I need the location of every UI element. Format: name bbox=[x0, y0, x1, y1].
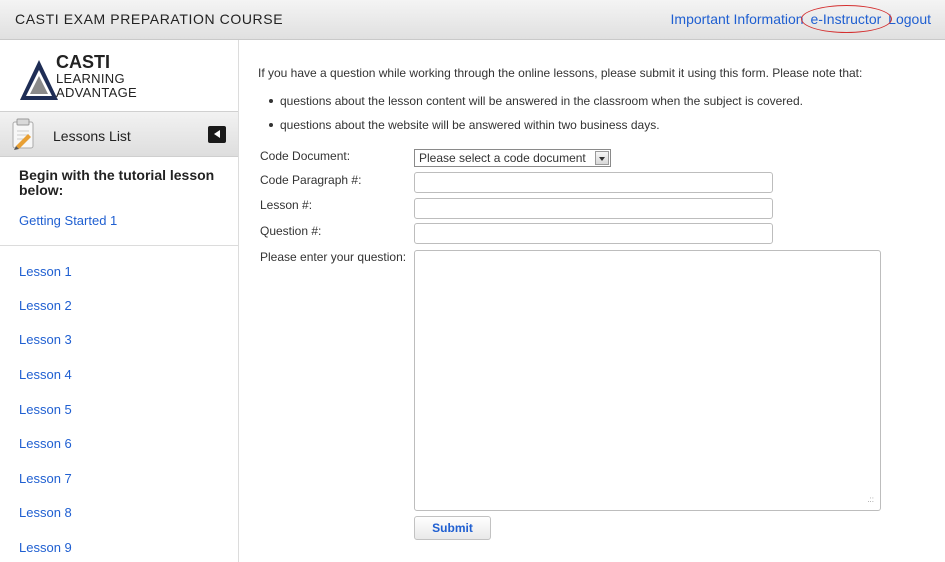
important-information-link[interactable]: Important Information bbox=[671, 11, 804, 27]
lesson-link-1[interactable]: Lesson 1 bbox=[19, 264, 72, 279]
lesson-link-8[interactable]: Lesson 8 bbox=[19, 505, 72, 520]
lesson-number-label: Lesson #: bbox=[260, 198, 313, 212]
logout-link[interactable]: Logout bbox=[888, 11, 931, 27]
chevron-down-icon[interactable] bbox=[595, 151, 609, 165]
question-number-input[interactable] bbox=[414, 223, 773, 244]
code-document-select[interactable]: Please select a code document bbox=[414, 149, 611, 167]
code-paragraph-input[interactable] bbox=[414, 172, 773, 193]
getting-started-link[interactable]: Getting Started 1 bbox=[19, 213, 117, 228]
question-number-label: Question #: bbox=[260, 224, 322, 238]
lesson-link-6[interactable]: Lesson 6 bbox=[19, 436, 72, 451]
lesson-link-3[interactable]: Lesson 3 bbox=[19, 332, 72, 347]
notepad-pencil-icon bbox=[12, 118, 34, 150]
note-bullet-lesson-content: questions about the lesson content will … bbox=[269, 94, 803, 108]
lesson-link-5[interactable]: Lesson 5 bbox=[19, 402, 72, 417]
question-form: If you have a question while working thr… bbox=[239, 40, 945, 562]
code-document-value: Please select a code document bbox=[419, 151, 586, 165]
collapse-sidebar-button[interactable] bbox=[208, 126, 226, 143]
logo-text-casti: CASTI bbox=[56, 52, 110, 72]
note-bullet-website: questions about the website will be answ… bbox=[269, 118, 660, 132]
question-textarea[interactable]: .:: bbox=[414, 250, 881, 511]
casti-logo: CASTI LEARNING ADVANTAGE bbox=[18, 52, 168, 108]
lesson-number-input[interactable] bbox=[414, 198, 773, 219]
top-header: CASTI EXAM PREPARATION COURSE Important … bbox=[0, 0, 945, 40]
code-paragraph-label: Code Paragraph #: bbox=[260, 173, 362, 187]
tutorial-heading: Begin with the tutorial lesson below: bbox=[19, 167, 215, 198]
logo-text-advantage: ADVANTAGE bbox=[56, 85, 137, 100]
question-text-label: Please enter your question: bbox=[260, 250, 407, 264]
lesson-link-4[interactable]: Lesson 4 bbox=[19, 367, 72, 382]
logo-text-learning: LEARNING bbox=[56, 71, 125, 86]
form-intro: If you have a question while working thr… bbox=[258, 66, 863, 80]
lesson-link-9[interactable]: Lesson 9 bbox=[19, 540, 72, 555]
e-instructor-link[interactable]: e-Instructor bbox=[807, 11, 884, 27]
logo-text-sub: LEARNING ADVANTAGE bbox=[56, 72, 137, 100]
lessons-list-label: Lessons List bbox=[53, 128, 131, 144]
submit-button[interactable]: Submit bbox=[414, 516, 491, 540]
course-title: CASTI EXAM PREPARATION COURSE bbox=[15, 11, 284, 27]
sidebar: CASTI LEARNING ADVANTAGE Lessons List Be… bbox=[0, 40, 239, 562]
logo-triangle-icon bbox=[20, 60, 58, 100]
top-nav: Important Information e-Instructor Logou… bbox=[671, 11, 931, 27]
code-document-label: Code Document: bbox=[260, 149, 351, 163]
sidebar-divider bbox=[0, 245, 238, 246]
lesson-link-7[interactable]: Lesson 7 bbox=[19, 471, 72, 486]
lessons-list-bar: Lessons List bbox=[0, 111, 238, 157]
lesson-link-2[interactable]: Lesson 2 bbox=[19, 298, 72, 313]
resize-grip-icon[interactable]: .:: bbox=[867, 496, 874, 504]
